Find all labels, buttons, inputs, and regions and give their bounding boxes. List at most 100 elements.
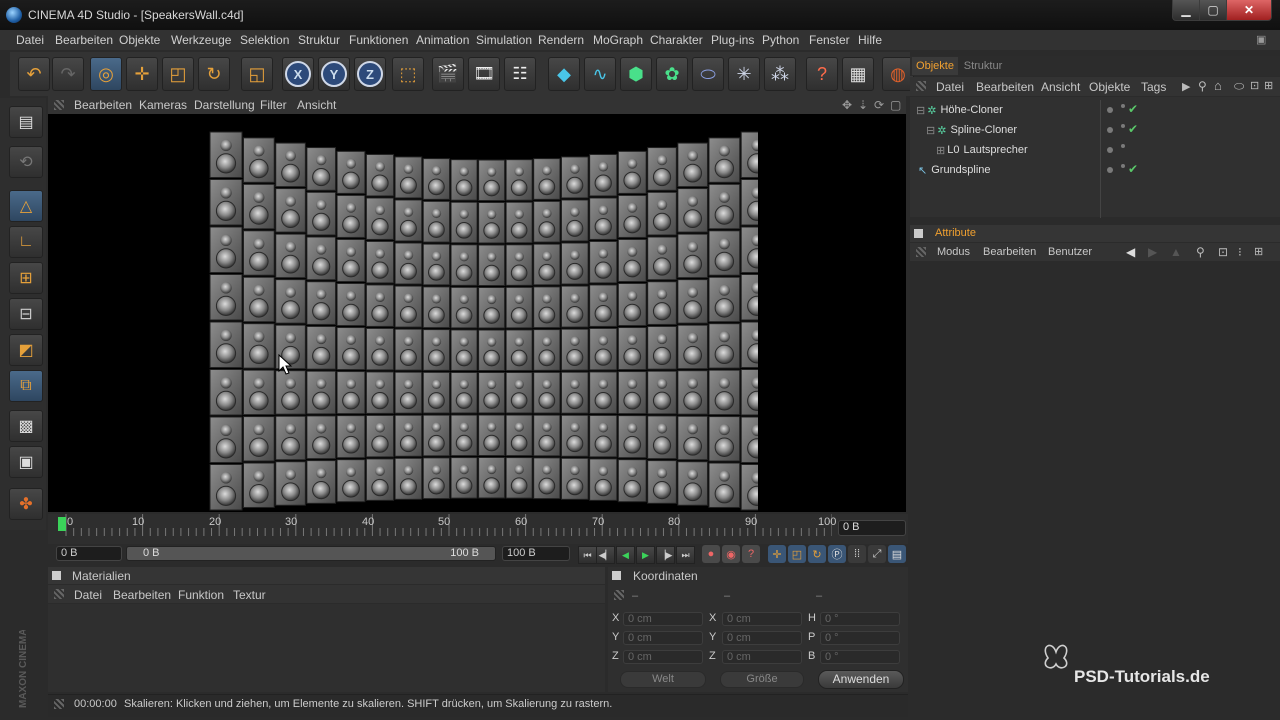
object-row[interactable]: ⊞ L0 Lautsprecher bbox=[936, 141, 1028, 159]
new-window-icon[interactable]: ⊞ bbox=[1264, 79, 1273, 92]
objects-menu-ansicht[interactable]: Ansicht bbox=[1041, 80, 1080, 94]
up-icon[interactable]: ⬭ bbox=[1234, 79, 1244, 94]
points-mode-icon[interactable]: ⊞ bbox=[9, 262, 43, 294]
close-button[interactable]: ✕ bbox=[1226, 0, 1272, 21]
editor-visibility-dot[interactable] bbox=[1107, 107, 1113, 113]
texture-mode-icon[interactable]: ⧉ bbox=[9, 370, 43, 402]
goto-end-icon[interactable]: ⏭ bbox=[676, 546, 695, 564]
viewport-menu-bearbeiten[interactable]: Bearbeiten bbox=[74, 98, 132, 112]
edges-mode-icon[interactable]: ⊟ bbox=[9, 298, 43, 330]
size-mode-dropdown[interactable]: Größe bbox=[720, 671, 804, 688]
key-position-icon[interactable]: ✛ bbox=[768, 545, 786, 563]
search-icon[interactable]: ⚲ bbox=[1196, 245, 1205, 259]
viewport-zoom-icon[interactable]: ⇣ bbox=[858, 98, 868, 112]
menu-hilfe[interactable]: Hilfe bbox=[858, 33, 882, 47]
view-layout-icon[interactable]: ▤ bbox=[9, 106, 43, 138]
materials-menu-funktion[interactable]: Funktion bbox=[178, 588, 224, 602]
editor-visibility-dot[interactable] bbox=[1107, 167, 1113, 173]
move-icon[interactable]: ✛ bbox=[126, 57, 158, 91]
objects-menu-datei[interactable]: Datei bbox=[936, 80, 964, 94]
y-axis-icon[interactable]: Y bbox=[318, 57, 350, 91]
x-axis-icon[interactable]: X bbox=[282, 57, 314, 91]
render-visibility-dot[interactable] bbox=[1121, 144, 1125, 148]
menu-struktur[interactable]: Struktur bbox=[298, 33, 340, 47]
object-row[interactable]: ↖ Grundspline bbox=[918, 161, 991, 179]
autokey-icon[interactable]: ◉ bbox=[722, 545, 740, 563]
redo-icon[interactable]: ↷ bbox=[52, 57, 84, 91]
object-row[interactable]: ⊟ ✲ Spline-Cloner bbox=[926, 121, 1017, 139]
size-z-field[interactable]: 0 cm bbox=[722, 650, 802, 664]
next-key-icon[interactable]: ▕▶ bbox=[656, 546, 675, 564]
viewport-menu-filter[interactable]: Filter bbox=[260, 98, 287, 112]
start-frame-field[interactable]: 0 B bbox=[56, 546, 122, 561]
range-slider[interactable]: 0 B 100 B bbox=[126, 546, 496, 561]
tab-objekte[interactable]: Objekte bbox=[912, 57, 958, 75]
play-forward-icon[interactable]: ▶ bbox=[636, 546, 655, 564]
attributes-menu-bearbeiten[interactable]: Bearbeiten bbox=[983, 246, 1036, 258]
enabled-check-icon[interactable]: ✔ bbox=[1128, 102, 1138, 116]
position-y-field[interactable]: 0 cm bbox=[623, 631, 703, 645]
coordinate-space-dropdown[interactable]: Welt bbox=[620, 671, 706, 688]
help-icon[interactable]: ? bbox=[806, 57, 838, 91]
render-view-icon[interactable]: 🎬 bbox=[432, 57, 464, 91]
cube-icon[interactable]: ◆ bbox=[548, 57, 580, 91]
materials-list[interactable] bbox=[48, 604, 605, 692]
objects-menu-objekte[interactable]: Objekte bbox=[1089, 80, 1130, 94]
editor-visibility-dot[interactable] bbox=[1107, 147, 1113, 153]
expand-icon[interactable]: ⊟ bbox=[916, 104, 925, 117]
timeline-window-icon[interactable]: ▤ bbox=[888, 545, 906, 563]
particles-icon[interactable]: ⁂ bbox=[764, 57, 796, 91]
panel-toggle-icon[interactable] bbox=[612, 571, 621, 580]
key-pla-icon[interactable]: ⁞⁞ bbox=[848, 545, 866, 563]
play-backward-icon[interactable]: ◀ bbox=[616, 546, 635, 564]
3d-viewport[interactable] bbox=[48, 114, 906, 512]
new-window-icon[interactable]: ⊞ bbox=[1254, 245, 1263, 258]
model-icon[interactable]: ∟ bbox=[9, 226, 43, 258]
enabled-check-icon[interactable]: ✔ bbox=[1128, 122, 1138, 136]
maximize-button[interactable]: ▢ bbox=[1199, 0, 1227, 21]
layout-icon[interactable]: ▣ bbox=[1256, 33, 1266, 46]
up-arrow-icon[interactable]: ▲ bbox=[1170, 245, 1182, 259]
menu-python[interactable]: Python bbox=[762, 33, 799, 47]
key-interpolation-icon[interactable]: ⤢ bbox=[868, 545, 886, 563]
menu-charakter[interactable]: Charakter bbox=[650, 33, 703, 47]
z-axis-icon[interactable]: Z bbox=[354, 57, 386, 91]
scale-icon[interactable]: ◰ bbox=[162, 57, 194, 91]
goto-start-icon[interactable]: ⏮ bbox=[578, 546, 597, 564]
end-frame-field[interactable]: 100 B bbox=[502, 546, 570, 561]
scene-icon[interactable]: ✳ bbox=[728, 57, 760, 91]
size-y-field[interactable]: 0 cm bbox=[722, 631, 802, 645]
menu-werkzeuge[interactable]: Werkzeuge bbox=[171, 33, 231, 47]
record-icon[interactable]: ● bbox=[702, 545, 720, 563]
polygons-mode-icon[interactable]: ◩ bbox=[9, 334, 43, 366]
minimize-button[interactable]: ▁ bbox=[1172, 0, 1200, 21]
tab-struktur[interactable]: Struktur bbox=[960, 57, 1006, 75]
current-frame-field[interactable]: 0 B bbox=[838, 520, 906, 536]
menu-selektion[interactable]: Selektion bbox=[240, 33, 289, 47]
menu-bearbeiten[interactable]: Bearbeiten bbox=[55, 33, 113, 47]
viewport-menu-darstellung[interactable]: Darstellung bbox=[194, 98, 255, 112]
coordinate-system-icon[interactable]: ⬚ bbox=[392, 57, 424, 91]
key-rotation-icon[interactable]: ↻ bbox=[808, 545, 826, 563]
menu-animation[interactable]: Animation bbox=[416, 33, 469, 47]
materials-menu-datei[interactable]: Datei bbox=[74, 588, 102, 602]
position-z-field[interactable]: 0 cm bbox=[623, 650, 703, 664]
keyframe-help-icon[interactable]: ? bbox=[742, 545, 760, 563]
object-axis-icon[interactable]: △ bbox=[9, 190, 43, 222]
prev-key-icon[interactable]: ◀▏ bbox=[596, 546, 615, 564]
model-mode-icon[interactable]: ◱ bbox=[241, 57, 273, 91]
materials-menu-bearbeiten[interactable]: Bearbeiten bbox=[113, 588, 171, 602]
panel-toggle-icon[interactable] bbox=[52, 571, 61, 580]
deformer-icon[interactable]: ⬭ bbox=[692, 57, 724, 91]
menu-funktionen[interactable]: Funktionen bbox=[349, 33, 408, 47]
subdivision-surface-icon[interactable]: ⬢ bbox=[620, 57, 652, 91]
enabled-check-icon[interactable]: ✔ bbox=[1128, 162, 1138, 176]
size-x-field[interactable]: 0 cm bbox=[722, 612, 802, 626]
snap-icon[interactable]: ▣ bbox=[9, 446, 43, 478]
home-icon[interactable]: ⌂ bbox=[1214, 78, 1222, 93]
live-selection-icon[interactable]: ◎ bbox=[90, 57, 122, 91]
render-visibility-dot[interactable] bbox=[1121, 124, 1125, 128]
key-scale-icon[interactable]: ◰ bbox=[788, 545, 806, 563]
position-x-field[interactable]: 0 cm bbox=[623, 612, 703, 626]
workplane-icon[interactable]: ▩ bbox=[9, 410, 43, 442]
